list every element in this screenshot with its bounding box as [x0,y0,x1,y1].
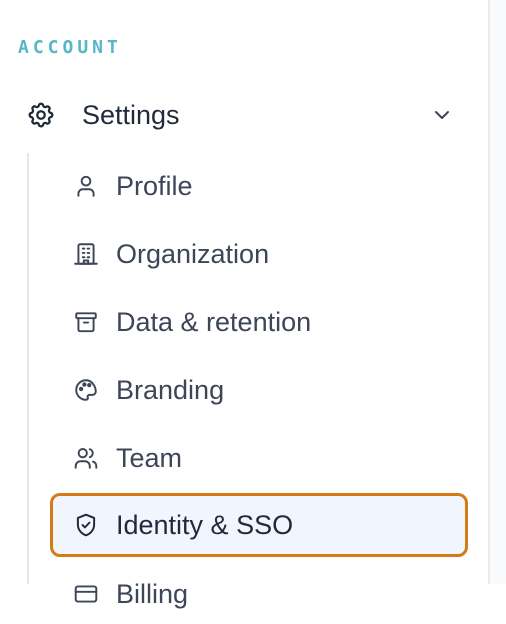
sidebar-item-branding[interactable]: Branding [50,360,468,420]
sidebar-item-billing[interactable]: Billing [50,564,468,624]
sidebar-item-organization[interactable]: Organization [50,224,468,284]
sidebar-item-label: Profile [116,170,193,201]
sidebar-item-label: Branding [116,374,225,405]
settings-group-label: Settings [82,99,180,130]
chevron-down-icon[interactable] [428,101,456,129]
users-icon [72,444,100,472]
sidebar-item-label: Billing [116,578,189,609]
shield-check-icon [72,511,100,539]
sidebar-item-data-retention[interactable]: Data & retention [50,292,468,352]
sidebar-item-profile[interactable]: Profile [50,156,468,216]
building-icon [72,240,100,268]
credit-card-icon [72,580,100,608]
sidebar-item-label: Organization [116,238,270,269]
settings-sidebar: ACCOUNT Settings Profile Organization Da… [0,0,489,609]
sidebar-item-label: Team [116,442,183,473]
archive-icon [72,308,100,336]
gear-icon [24,98,58,132]
tree-guide-line [27,153,29,584]
main-content-edge [490,0,506,584]
sidebar-item-label: Identity & SSO [116,509,294,540]
sidebar-item-identity-sso[interactable]: Identity & SSO [50,493,468,557]
user-icon [72,172,100,200]
settings-group-toggle[interactable]: Settings [24,92,456,138]
sidebar-item-team[interactable]: Team [50,428,468,488]
section-heading-account: ACCOUNT [18,37,122,58]
palette-icon [72,376,100,404]
sidebar-item-label: Data & retention [116,306,312,337]
